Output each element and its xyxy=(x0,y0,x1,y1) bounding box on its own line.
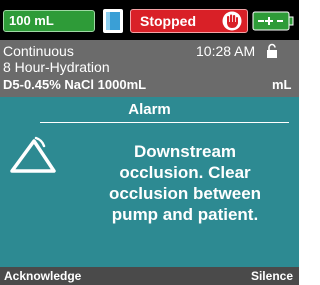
volume-badge: 100 mL xyxy=(3,10,95,32)
acknowledge-button[interactable]: Acknowledge xyxy=(4,268,81,284)
program-name: 8 Hour-Hydration xyxy=(3,59,110,75)
alarm-title: Alarm xyxy=(128,101,171,118)
drug-name: D5-0.45% NaCl 1000mL xyxy=(3,77,147,92)
clock-time: 10:28 AM xyxy=(196,43,256,59)
infusion-mode: Continuous xyxy=(3,43,74,59)
lock-icon xyxy=(267,43,277,58)
softkey-bar: Acknowledge Silence xyxy=(0,267,299,285)
pump-screen: 100 mL Stopped Continuous 10:28 AM 8 Hou… xyxy=(0,0,299,285)
syringe-icon xyxy=(103,9,123,33)
stop-hand-icon xyxy=(222,11,242,31)
silence-button[interactable]: Silence xyxy=(251,268,293,284)
battery-plug-icon xyxy=(252,11,294,31)
warning-triangle-icon xyxy=(10,136,56,173)
alarm-message: Downstream occlusion. Clear occlusion be… xyxy=(108,142,262,224)
info-panel: Continuous 10:28 AM 8 Hour-Hydration D5-… xyxy=(0,40,299,97)
state-label: Stopped xyxy=(140,13,196,29)
volume-unit: mL xyxy=(272,77,292,92)
alarm-panel: Alarm Downstream occlusion. Clear occlus… xyxy=(0,97,299,267)
alarm-divider xyxy=(40,122,289,123)
status-bar: 100 mL Stopped xyxy=(0,0,299,40)
volume-label: 100 mL xyxy=(9,13,54,28)
state-badge: Stopped xyxy=(130,9,248,33)
